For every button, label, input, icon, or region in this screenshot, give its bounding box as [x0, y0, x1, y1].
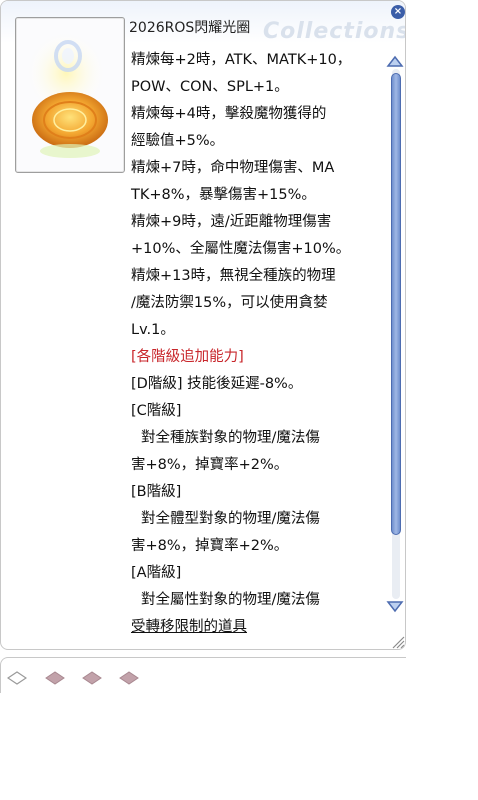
- grade-line: 對全屬性對象的物理/魔法傷: [141, 592, 320, 608]
- description-scrollbar[interactable]: [386, 53, 404, 615]
- diamond-filled-icon[interactable]: [45, 668, 65, 688]
- diamond-outline-icon[interactable]: [7, 668, 27, 688]
- scroll-thumb[interactable]: [391, 73, 401, 535]
- item-name: 2026ROS閃耀光圈: [129, 20, 251, 36]
- grade-line: 對全體型對象的物理/魔法傷: [141, 511, 320, 527]
- grade-line: 害+8%，掉寶率+2%。: [131, 538, 289, 554]
- description-line: 精煉+13時，無視全種族的物理: [131, 268, 336, 284]
- description-line: +10%、全屬性魔法傷害+10%。: [131, 241, 351, 257]
- description-line: 經驗值+5%。: [131, 133, 225, 149]
- resize-grip-icon[interactable]: [389, 633, 405, 649]
- scroll-up-icon[interactable]: [386, 53, 404, 71]
- grade-header: [各階級追加能力]: [131, 349, 244, 365]
- description-line: 精煉+9時，遠/近距離物理傷害: [131, 214, 332, 230]
- description-line: 精煉+7時，命中物理傷害、MA: [131, 160, 335, 176]
- grade-line: [B階級]: [131, 484, 182, 500]
- description-line: 精煉每+2時，ATK、MATK+10，: [131, 52, 352, 68]
- diamond-filled-icon[interactable]: [82, 668, 102, 688]
- scroll-down-icon[interactable]: [386, 597, 404, 615]
- description-line: 精煉每+4時，擊殺魔物獲得的: [131, 106, 327, 122]
- grade-line: [C階級]: [131, 403, 182, 419]
- close-button[interactable]: ×: [391, 5, 405, 19]
- diamond-filled-icon[interactable]: [119, 668, 139, 688]
- item-tab-strip: [0, 657, 406, 693]
- grade-line: [A階級]: [131, 565, 182, 581]
- item-description: 精煉每+2時，ATK、MATK+10， POW、CON、SPL+1。 精煉每+4…: [131, 47, 383, 641]
- description-line: POW、CON、SPL+1。: [131, 79, 289, 95]
- transfer-restriction-note: 受轉移限制的道具: [131, 619, 247, 635]
- grade-line: [D階級] 技能後延遲-8%。: [131, 376, 303, 392]
- description-line: /魔法防禦15%，可以使用貪婪: [131, 295, 328, 311]
- grade-line: 對全種族對象的物理/魔法傷: [141, 430, 320, 446]
- item-image-frame: [15, 17, 125, 173]
- collection-window: Collections × 2026ROS閃耀光圈 精煉每+2時，ATK、MAT…: [0, 0, 406, 650]
- grade-line: 害+8%，掉寶率+2%。: [131, 457, 289, 473]
- description-line: Lv.1。: [131, 322, 175, 338]
- window-watermark: Collections: [263, 19, 406, 44]
- glowing-halo-icon: [26, 31, 108, 158]
- description-line: TK+8%，暴擊傷害+15%。: [131, 187, 316, 203]
